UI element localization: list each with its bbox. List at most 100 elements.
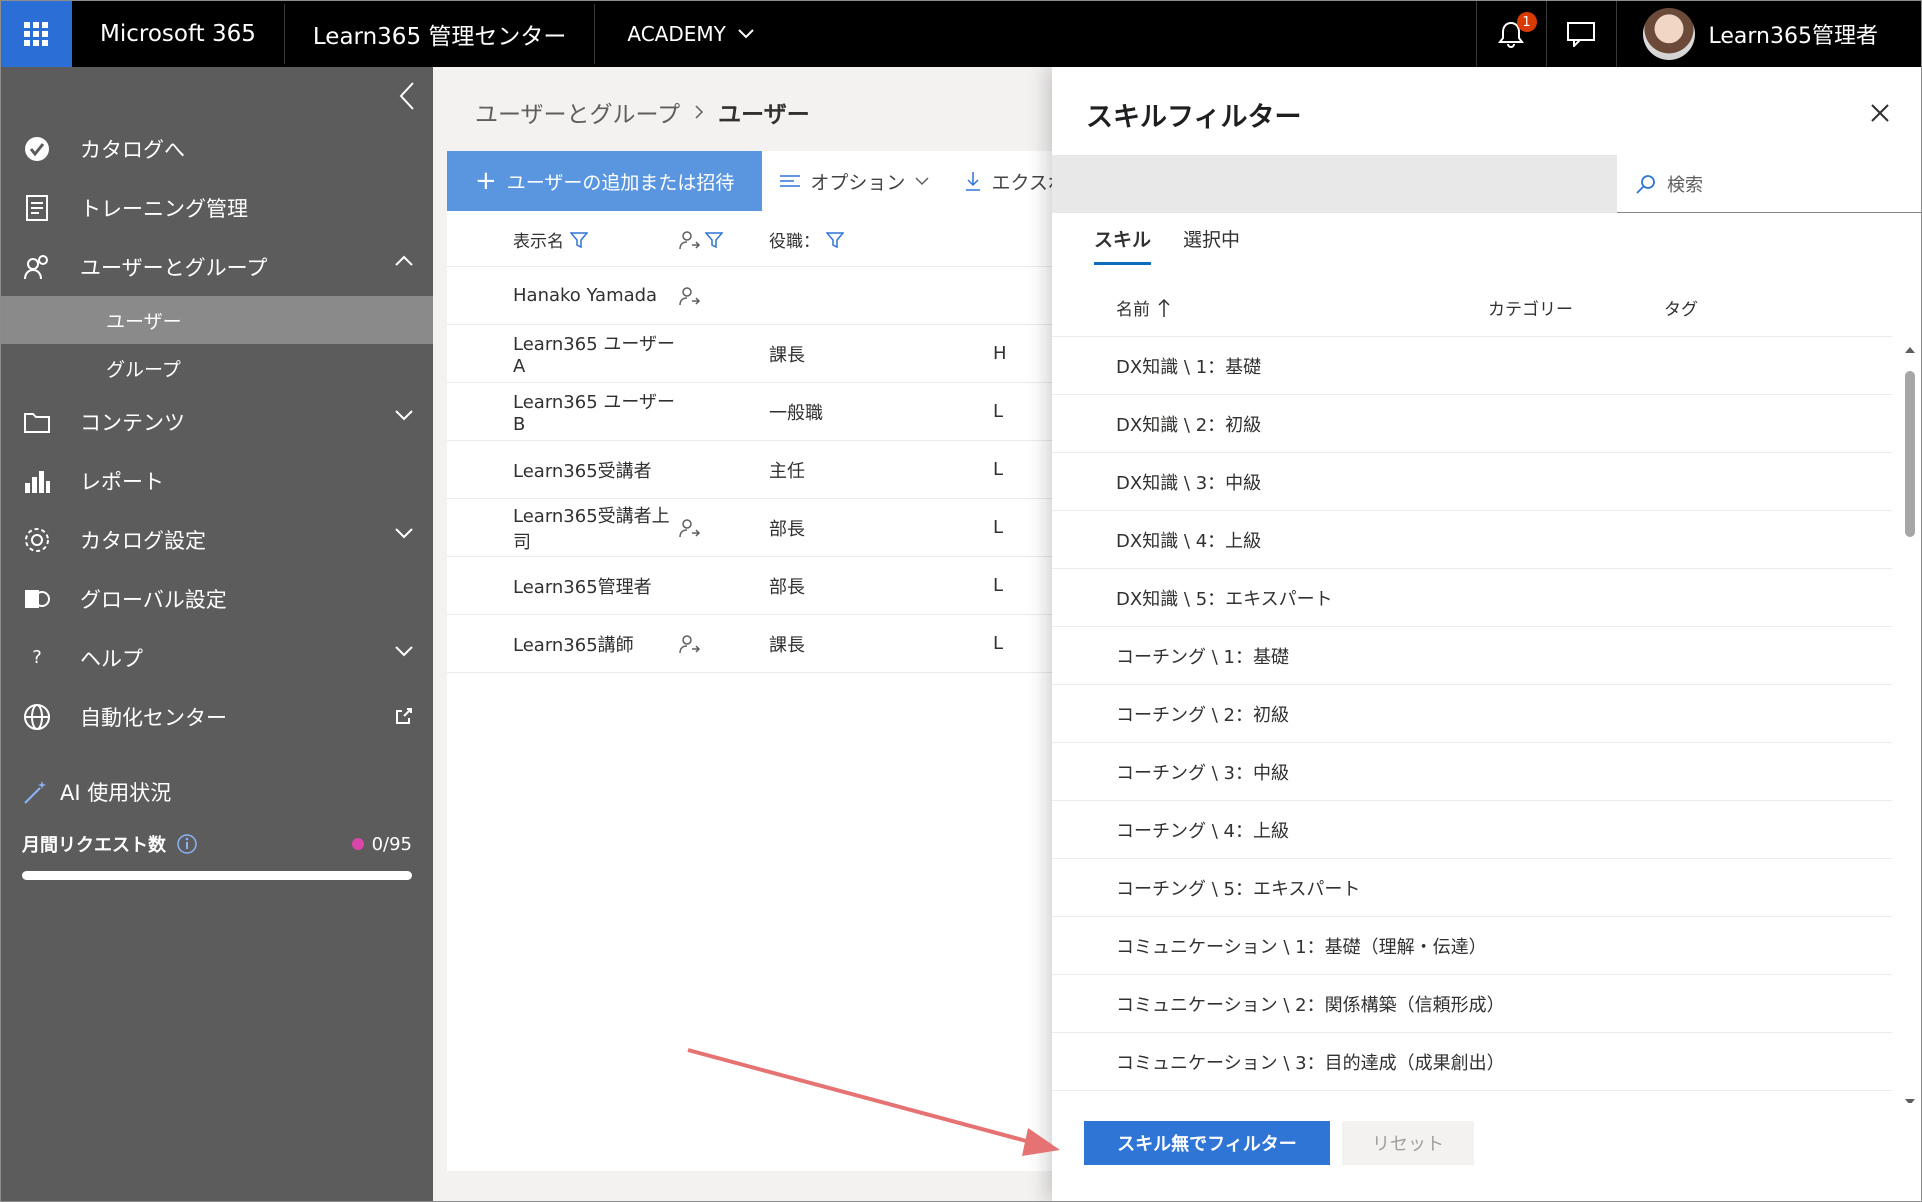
- info-icon[interactable]: [176, 833, 198, 855]
- external-link-icon: [396, 708, 412, 724]
- org-switcher[interactable]: ACADEMY: [595, 0, 786, 67]
- skill-list-item[interactable]: DX知識 \ 1：基礎: [1052, 337, 1892, 395]
- column-header-label: 役職：: [769, 232, 820, 252]
- skill-list-item[interactable]: コミュニケーション \ 3：目的達成（成果創出）: [1052, 1033, 1892, 1091]
- skill-list-item[interactable]: コーチング \ 4：上級: [1052, 801, 1892, 859]
- ai-usage-title: AI 使用状況: [22, 777, 171, 807]
- sort-ascending-icon: [1158, 298, 1170, 317]
- gear-icon: [22, 525, 52, 555]
- sidebar-item-content[interactable]: コンテンツ: [0, 392, 433, 451]
- skill-list-item[interactable]: DX知識 \ 2：初級: [1052, 395, 1892, 453]
- skill-list-item[interactable]: コーチング \ 2：初級: [1052, 685, 1892, 743]
- sidebar-item-label: カタログへ: [80, 137, 185, 162]
- table-row[interactable]: Learn365講師 課長 L: [447, 615, 1067, 673]
- plus-icon: +: [475, 166, 497, 196]
- feedback-button[interactable]: [1545, 0, 1616, 67]
- role-cell: 課長: [769, 634, 805, 656]
- sidebar-item-label: ユーザーとグループ: [80, 255, 268, 280]
- skill-list-item[interactable]: コミュニケーション \ 2：関係構築（信頼形成）: [1052, 975, 1892, 1033]
- scrollbar-thumb[interactable]: [1905, 371, 1915, 537]
- sidebar-item-global-settings[interactable]: グローバル設定: [0, 569, 433, 628]
- skill-list-item[interactable]: コーチング \ 1：基礎: [1052, 627, 1892, 685]
- user-name-cell[interactable]: Learn365受講者上司: [447, 502, 679, 554]
- table-row[interactable]: Learn365 ユーザーB 一般職 L: [447, 383, 1067, 441]
- truncated-cell: H: [993, 343, 1007, 364]
- ai-requests-progress: [22, 871, 412, 880]
- role-cell: 主任: [769, 460, 805, 482]
- skill-list-item[interactable]: DX知識 \ 4：上級: [1052, 511, 1892, 569]
- column-header-tag[interactable]: タグ: [1664, 295, 1698, 320]
- ai-requests-row: 月間リクエスト数 0/95: [22, 831, 412, 857]
- user-name-cell[interactable]: Learn365 ユーザーA: [447, 330, 679, 377]
- column-header-role[interactable]: 役職：: [769, 227, 993, 252]
- waffle-icon: [24, 21, 48, 46]
- skill-list-item[interactable]: DX知識 \ 3：中級: [1052, 453, 1892, 511]
- skill-list-item[interactable]: コーチング \ 3：中級: [1052, 743, 1892, 801]
- add-user-button[interactable]: + ユーザーの追加または招待: [447, 151, 763, 211]
- breadcrumb-current: ユーザー: [718, 102, 810, 128]
- sidebar-item-automation[interactable]: 自動化センター: [0, 687, 433, 746]
- scrollbar[interactable]: [1902, 343, 1918, 1109]
- download-icon: [966, 172, 981, 191]
- app-name[interactable]: Microsoft 365: [72, 0, 284, 67]
- filter-no-skill-button[interactable]: スキル無でフィルター: [1084, 1121, 1330, 1165]
- skill-list-item[interactable]: コーチング \ 5：エキスパート: [1052, 859, 1892, 917]
- panel-title: スキルフィルター: [1086, 102, 1302, 133]
- person-arrow-icon: [679, 518, 701, 537]
- column-header-manager[interactable]: [679, 230, 769, 250]
- table-row[interactable]: Hanako Yamada: [447, 267, 1067, 325]
- user-name-cell[interactable]: Learn365管理者: [447, 573, 679, 599]
- filter-icon[interactable]: [570, 231, 588, 249]
- sidebar-item-reports[interactable]: レポート: [0, 451, 433, 510]
- table-header: 表示名 役職：: [447, 213, 1067, 267]
- tab-skill[interactable]: スキル: [1094, 225, 1152, 265]
- magic-wand-icon: [24, 781, 46, 804]
- table-row[interactable]: Learn365受講者 主任 L: [447, 441, 1067, 499]
- tab-selected[interactable]: 選択中: [1183, 225, 1240, 265]
- top-bar: Microsoft 365 Learn365 管理センター ACADEMY 1 …: [0, 0, 1922, 67]
- truncated-cell: L: [993, 517, 1004, 538]
- column-header-name[interactable]: 表示名: [447, 227, 679, 252]
- sidebar-subitem-groups[interactable]: グループ: [0, 344, 433, 392]
- reset-button[interactable]: リセット: [1342, 1121, 1474, 1165]
- sidebar-item-users-groups[interactable]: ユーザーとグループ: [0, 237, 433, 296]
- sidebar-item-catalog[interactable]: カタログへ: [0, 119, 433, 178]
- folder-icon: [22, 407, 52, 437]
- column-header-category[interactable]: カテゴリー: [1488, 295, 1664, 320]
- chevron-down-icon: [395, 528, 413, 539]
- breadcrumb-parent[interactable]: ユーザーとグループ: [475, 95, 680, 129]
- center-name[interactable]: Learn365 管理センター: [285, 0, 595, 67]
- skill-list-item[interactable]: コミュニケーション \ 1：基礎（理解・伝達）: [1052, 917, 1892, 975]
- sidebar-item-help[interactable]: ? ヘルプ: [0, 628, 433, 687]
- user-name-cell[interactable]: Learn365 ユーザーB: [447, 388, 679, 435]
- user-name-cell[interactable]: Learn365受講者: [447, 457, 679, 483]
- app-launcher-button[interactable]: [0, 0, 72, 67]
- search-bar-area: [1052, 155, 1617, 213]
- chat-icon: [1567, 21, 1596, 47]
- user-name-cell[interactable]: Hanako Yamada: [447, 285, 679, 306]
- chevron-down-icon: [738, 28, 754, 38]
- filter-icon[interactable]: [826, 231, 844, 249]
- table-row[interactable]: Learn365管理者 部長 L: [447, 557, 1067, 615]
- filter-icon[interactable]: [705, 231, 723, 249]
- column-header-name[interactable]: 名前: [1052, 295, 1488, 320]
- clipboard-icon: [22, 193, 52, 223]
- sidebar-subitem-users[interactable]: ユーザー: [0, 296, 433, 344]
- skill-search-input[interactable]: 検索: [1617, 155, 1922, 213]
- skill-list-header: 名前 カテゴリー タグ: [1052, 279, 1892, 337]
- scroll-up-icon[interactable]: [1902, 343, 1918, 355]
- close-icon[interactable]: [1868, 101, 1892, 125]
- notifications-button[interactable]: 1: [1475, 0, 1546, 67]
- user-name-cell[interactable]: Learn365講師: [447, 631, 679, 657]
- ai-requests-label: 月間リクエスト数: [22, 835, 166, 856]
- user-menu[interactable]: Learn365管理者: [1615, 0, 1922, 67]
- skill-list-item[interactable]: DX知識 \ 5：エキスパート: [1052, 569, 1892, 627]
- options-button[interactable]: オプション: [762, 168, 947, 195]
- sidebar-item-catalog-settings[interactable]: カタログ設定: [0, 510, 433, 569]
- collapse-sidebar-icon[interactable]: [399, 81, 415, 111]
- table-row[interactable]: Learn365受講者上司 部長 L: [447, 499, 1067, 557]
- sidebar-item-training[interactable]: トレーニング管理: [0, 178, 433, 237]
- table-row[interactable]: Learn365 ユーザーA 課長 H: [447, 325, 1067, 383]
- role-cell: 課長: [769, 344, 805, 366]
- skill-list-item[interactable]: コミュニケーション \ 4：影響力・リーダーシ: [1052, 1091, 1892, 1103]
